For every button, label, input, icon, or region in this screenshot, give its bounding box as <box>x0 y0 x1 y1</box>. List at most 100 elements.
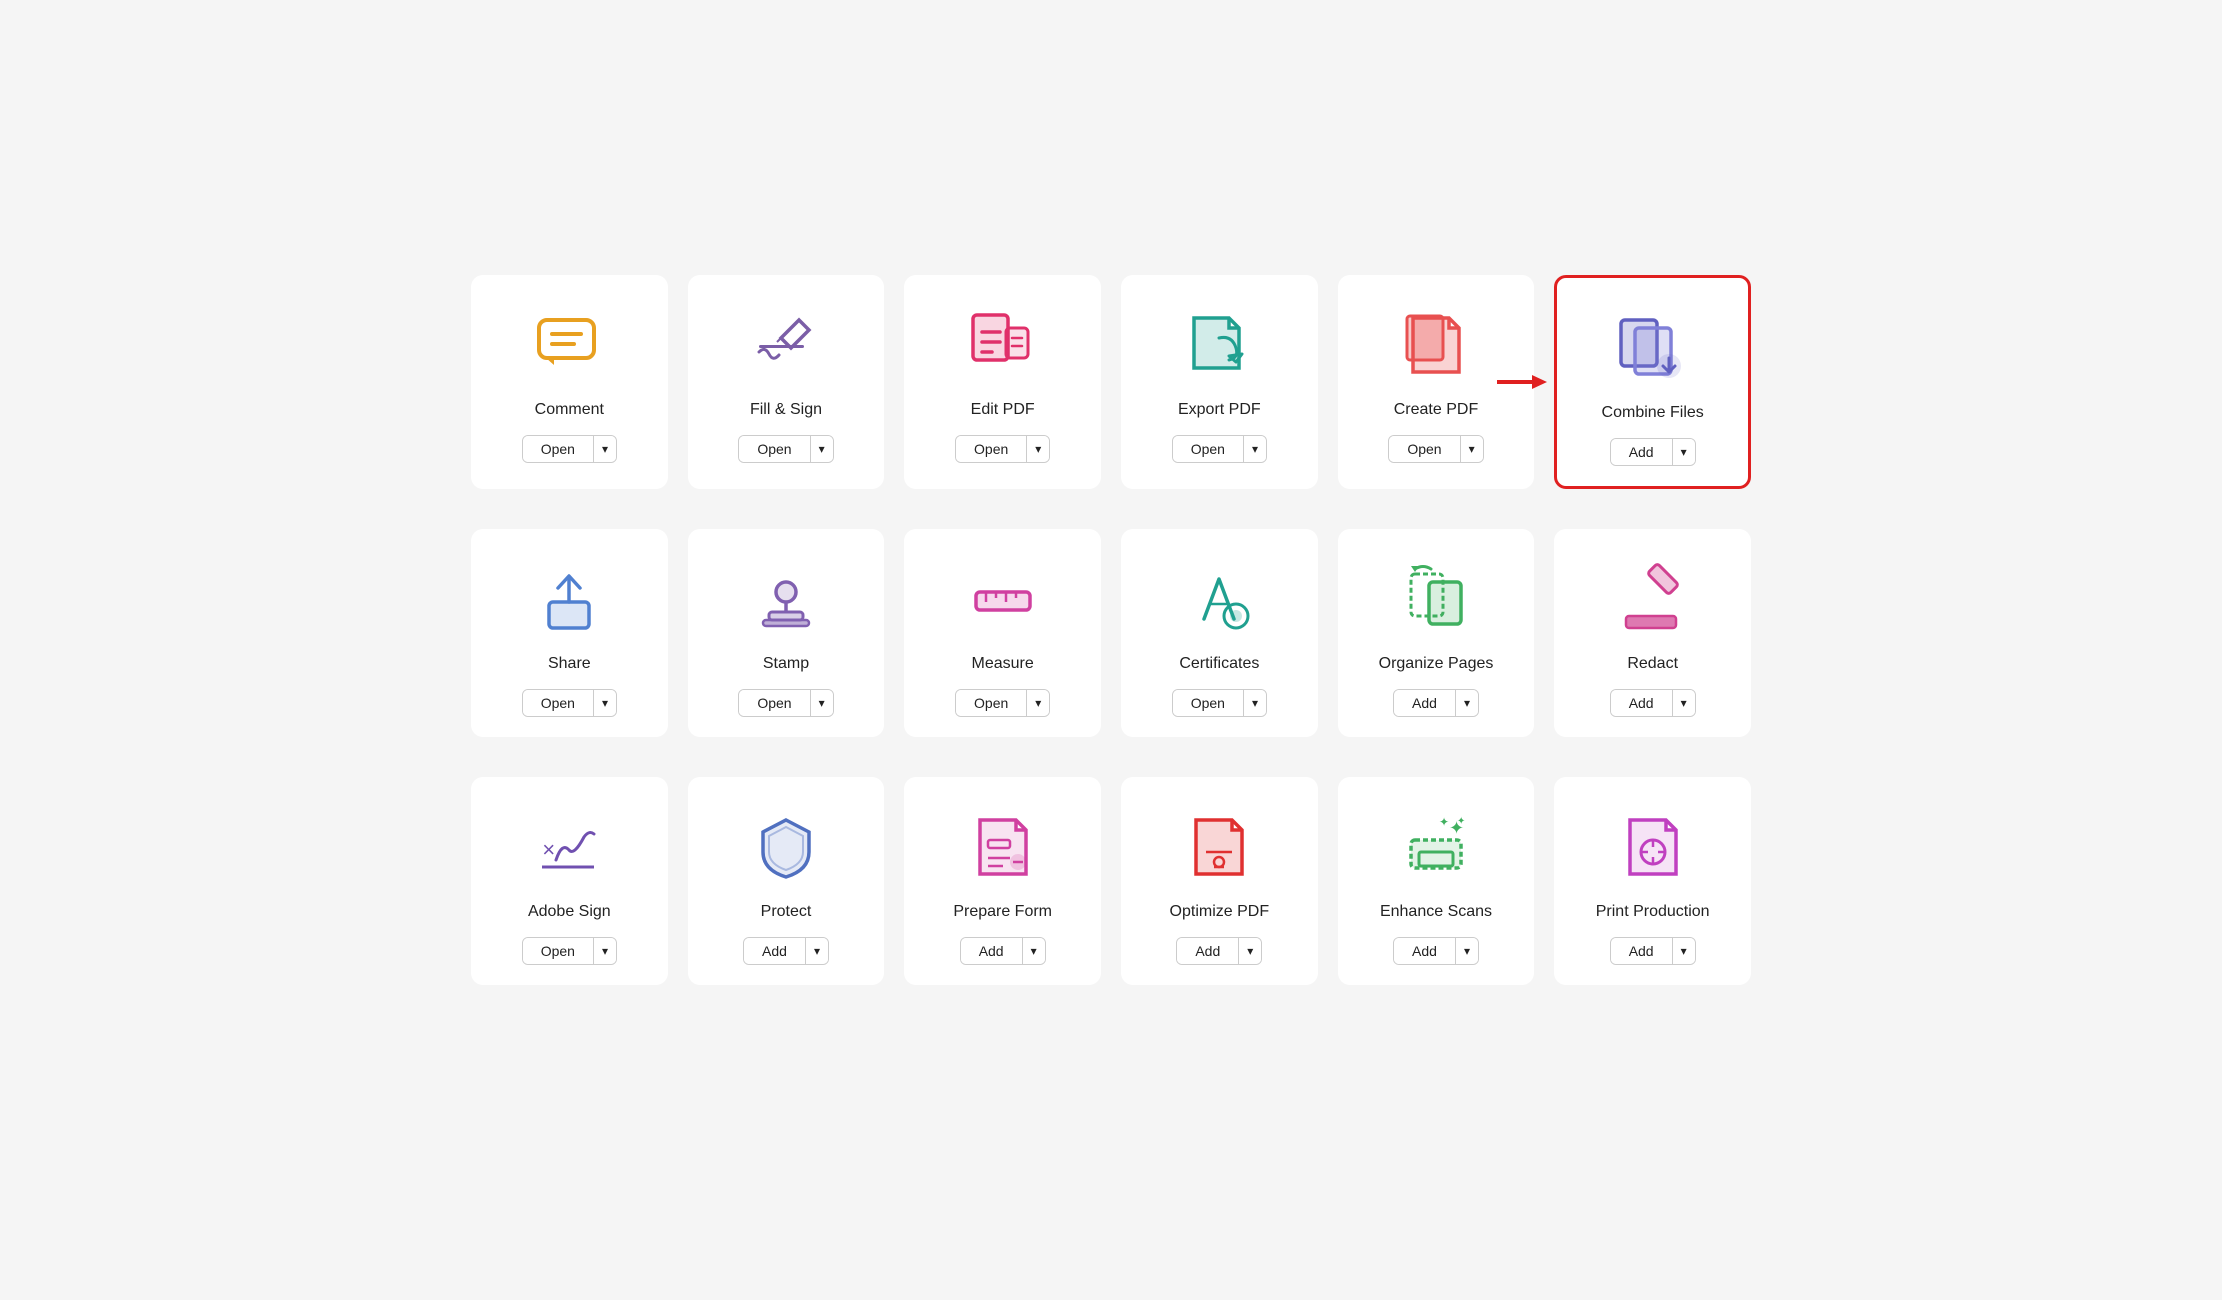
export-pdf-arrow-btn[interactable]: ▾ <box>1244 436 1266 462</box>
tool-card-share: Share Open ▾ <box>471 529 668 737</box>
enhance-scans-btn-group: Add ▾ <box>1393 937 1479 965</box>
enhance-scans-icon: ✦ ✦ ✦ <box>1396 807 1476 887</box>
tool-card-comment: Comment Open ▾ <box>471 275 668 489</box>
share-label: Share <box>548 655 591 673</box>
print-production-icon <box>1613 807 1693 887</box>
stamp-label: Stamp <box>763 655 809 673</box>
combine-files-label: Combine Files <box>1602 404 1704 422</box>
edit-pdf-arrow-btn[interactable]: ▾ <box>1027 436 1049 462</box>
protect-btn-group: Add ▾ <box>743 937 829 965</box>
svg-text:×: × <box>542 837 555 862</box>
export-pdf-icon <box>1179 305 1259 385</box>
tool-card-measure: Measure Open ▾ <box>904 529 1101 737</box>
measure-label: Measure <box>972 655 1034 673</box>
certificates-arrow-btn[interactable]: ▾ <box>1244 690 1266 716</box>
tool-card-prepare-form: Prepare Form Add ▾ <box>904 777 1101 985</box>
redact-label: Redact <box>1627 655 1678 673</box>
tool-card-print-production: Print Production Add ▾ <box>1554 777 1751 985</box>
measure-open-btn[interactable]: Open <box>956 690 1027 716</box>
edit-pdf-icon <box>963 305 1043 385</box>
fill-sign-label: Fill & Sign <box>750 401 822 419</box>
export-pdf-btn-group: Open ▾ <box>1172 435 1267 463</box>
tool-card-fill-sign: Fill & Sign Open ▾ <box>688 275 885 489</box>
svg-text:✦: ✦ <box>1439 815 1449 829</box>
tool-card-edit-pdf: Edit PDF Open ▾ <box>904 275 1101 489</box>
comment-icon <box>529 305 609 385</box>
organize-pages-arrow-btn[interactable]: ▾ <box>1456 690 1478 716</box>
edit-pdf-open-btn[interactable]: Open <box>956 436 1027 462</box>
certificates-btn-group: Open ▾ <box>1172 689 1267 717</box>
fill-sign-arrow-btn[interactable]: ▾ <box>811 436 833 462</box>
adobe-sign-btn-group: Open ▾ <box>522 937 617 965</box>
share-open-btn[interactable]: Open <box>523 690 594 716</box>
adobe-sign-open-btn[interactable]: Open <box>523 938 594 964</box>
stamp-open-btn[interactable]: Open <box>739 690 810 716</box>
protect-arrow-btn[interactable]: ▾ <box>806 938 828 964</box>
organize-pages-btn-group: Add ▾ <box>1393 689 1479 717</box>
prepare-form-label: Prepare Form <box>953 903 1052 921</box>
share-btn-group: Open ▾ <box>522 689 617 717</box>
redact-add-btn[interactable]: Add <box>1611 690 1673 716</box>
adobe-sign-icon: × <box>529 807 609 887</box>
enhance-scans-label: Enhance Scans <box>1380 903 1492 921</box>
comment-open-btn[interactable]: Open <box>523 436 594 462</box>
enhance-scans-add-btn[interactable]: Add <box>1394 938 1456 964</box>
create-pdf-btn-group: Open ▾ <box>1388 435 1483 463</box>
optimize-pdf-add-btn[interactable]: Add <box>1177 938 1239 964</box>
prepare-form-add-btn[interactable]: Add <box>961 938 1023 964</box>
stamp-arrow-btn[interactable]: ▾ <box>811 690 833 716</box>
tool-card-combine-files: Combine Files Add ▾ <box>1554 275 1751 489</box>
fill-sign-icon <box>746 305 826 385</box>
comment-arrow-btn[interactable]: ▾ <box>594 436 616 462</box>
measure-btn-group: Open ▾ <box>955 689 1050 717</box>
certificates-label: Certificates <box>1179 655 1259 673</box>
stamp-icon <box>746 559 826 639</box>
export-pdf-label: Export PDF <box>1178 401 1261 419</box>
redact-arrow-btn[interactable]: ▾ <box>1673 690 1695 716</box>
measure-arrow-btn[interactable]: ▾ <box>1027 690 1049 716</box>
comment-label: Comment <box>535 401 604 419</box>
optimize-pdf-icon <box>1179 807 1259 887</box>
share-icon <box>529 559 609 639</box>
prepare-form-arrow-btn[interactable]: ▾ <box>1023 938 1045 964</box>
measure-icon <box>963 559 1043 639</box>
combine-files-arrow-btn[interactable]: ▾ <box>1673 439 1695 465</box>
create-pdf-open-btn[interactable]: Open <box>1389 436 1460 462</box>
print-production-btn-group: Add ▾ <box>1610 937 1696 965</box>
print-production-arrow-btn[interactable]: ▾ <box>1673 938 1695 964</box>
tool-card-organize-pages: Organize Pages Add ▾ <box>1338 529 1535 737</box>
export-pdf-open-btn[interactable]: Open <box>1173 436 1244 462</box>
edit-pdf-btn-group: Open ▾ <box>955 435 1050 463</box>
optimize-pdf-arrow-btn[interactable]: ▾ <box>1239 938 1261 964</box>
svg-text:✦: ✦ <box>1457 816 1465 827</box>
fill-sign-btn-group: Open ▾ <box>738 435 833 463</box>
adobe-sign-label: Adobe Sign <box>528 903 611 921</box>
enhance-scans-arrow-btn[interactable]: ▾ <box>1456 938 1478 964</box>
combine-files-add-btn[interactable]: Add <box>1611 439 1673 465</box>
redact-btn-group: Add ▾ <box>1610 689 1696 717</box>
tool-card-enhance-scans: ✦ ✦ ✦ Enhance Scans Add ▾ <box>1338 777 1535 985</box>
create-pdf-arrow-btn[interactable]: ▾ <box>1461 436 1483 462</box>
tool-card-protect: Protect Add ▾ <box>688 777 885 985</box>
fill-sign-open-btn[interactable]: Open <box>739 436 810 462</box>
main-grid: Comment Open ▾ Fill & Sign Open ▾ <box>411 235 1811 1065</box>
organize-pages-add-btn[interactable]: Add <box>1394 690 1456 716</box>
optimize-pdf-btn-group: Add ▾ <box>1176 937 1262 965</box>
protect-add-btn[interactable]: Add <box>744 938 806 964</box>
tool-card-export-pdf: Export PDF Open ▾ <box>1121 275 1318 489</box>
tool-card-redact: Redact Add ▾ <box>1554 529 1751 737</box>
print-production-add-btn[interactable]: Add <box>1611 938 1673 964</box>
share-arrow-btn[interactable]: ▾ <box>594 690 616 716</box>
tool-card-certificates: Certificates Open ▾ <box>1121 529 1318 737</box>
stamp-btn-group: Open ▾ <box>738 689 833 717</box>
print-production-label: Print Production <box>1596 903 1710 921</box>
tool-row-2: Share Open ▾ Stamp Open <box>471 529 1751 737</box>
protect-label: Protect <box>761 903 812 921</box>
combine-files-btn-group: Add ▾ <box>1610 438 1696 466</box>
certificates-open-btn[interactable]: Open <box>1173 690 1244 716</box>
create-pdf-label: Create PDF <box>1394 401 1478 419</box>
organize-pages-label: Organize Pages <box>1379 655 1494 673</box>
combine-files-icon <box>1613 308 1693 388</box>
adobe-sign-arrow-btn[interactable]: ▾ <box>594 938 616 964</box>
tool-card-optimize-pdf: Optimize PDF Add ▾ <box>1121 777 1318 985</box>
